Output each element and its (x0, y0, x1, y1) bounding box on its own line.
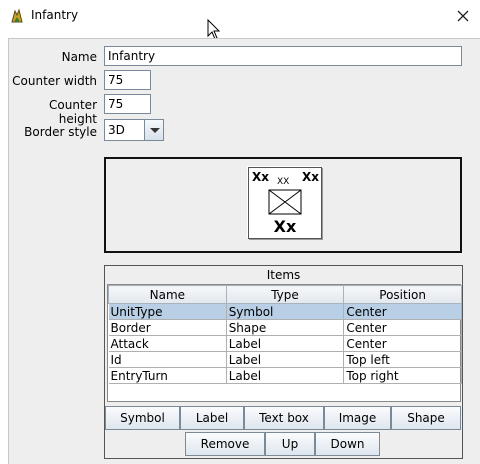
title-bar: Infantry (0, 0, 480, 32)
column-header-position[interactable]: Position (343, 285, 462, 304)
table-row[interactable]: EntryTurn Label Top right (108, 367, 462, 384)
cell-name: Attack (108, 335, 227, 352)
name-field[interactable]: Infantry (104, 46, 462, 66)
items-title: Items (266, 268, 301, 282)
border-style-label: Border style (24, 125, 97, 139)
add-text-box-button[interactable]: Text box (244, 406, 324, 430)
table-row[interactable]: Attack Label Center (108, 335, 462, 352)
name-label: Name (61, 50, 97, 64)
counter-bottom-label: Xx (273, 217, 297, 236)
counter-height-field[interactable]: 75 (104, 94, 151, 114)
border-style-value: 3D (108, 123, 125, 137)
column-header-name[interactable]: Name (108, 285, 227, 304)
chevron-down-icon[interactable] (144, 120, 163, 140)
cell-position: Top left (343, 351, 462, 368)
cell-name: UnitType (108, 303, 227, 320)
table-row[interactable]: Id Label Top left (108, 351, 462, 368)
counter-width-field[interactable]: 75 (104, 70, 151, 90)
remove-button[interactable]: Remove (185, 432, 265, 456)
cell-position: Center (343, 335, 462, 352)
cell-type: Shape (226, 319, 345, 336)
infantry-symbol-icon (268, 189, 302, 215)
cell-position: Top right (343, 367, 462, 384)
cell-name: Id (108, 351, 227, 368)
close-button[interactable] (448, 2, 478, 30)
cell-name: Border (108, 319, 227, 336)
move-up-button[interactable]: Up (265, 432, 315, 456)
items-table[interactable]: Name Type Position UnitType Symbol Cente… (107, 284, 462, 402)
move-down-button[interactable]: Down (315, 432, 380, 456)
counter-image: Xx Xx XX Xx (248, 167, 322, 239)
counter-height-label: Counter height (49, 98, 97, 126)
cell-type: Label (226, 367, 345, 384)
table-row[interactable]: Border Shape Center (108, 319, 462, 336)
table-row[interactable]: UnitType Symbol Center (108, 303, 462, 320)
counter-top-left-label: Xx (252, 170, 269, 184)
counter-symbol-size-label: XX (277, 177, 290, 187)
add-shape-button[interactable]: Shape (391, 406, 461, 430)
cell-type: Symbol (226, 303, 345, 320)
cell-type: Label (226, 335, 345, 352)
counter-width-label: Counter width (12, 74, 97, 88)
window-title: Infantry (31, 8, 79, 22)
counter-preview: Xx Xx XX Xx (104, 157, 462, 253)
add-symbol-button[interactable]: Symbol (105, 406, 180, 430)
add-image-button[interactable]: Image (324, 406, 391, 430)
cell-position: Center (343, 319, 462, 336)
cell-type: Label (226, 351, 345, 368)
border-style-select[interactable]: 3D (104, 119, 164, 141)
cell-name: EntryTurn (108, 367, 227, 384)
column-header-type[interactable]: Type (225, 285, 345, 304)
app-icon (11, 8, 23, 23)
counter-top-right-label: Xx (302, 170, 319, 184)
close-icon (457, 10, 469, 22)
add-label-button[interactable]: Label (180, 406, 244, 430)
cell-position: Center (343, 303, 462, 320)
